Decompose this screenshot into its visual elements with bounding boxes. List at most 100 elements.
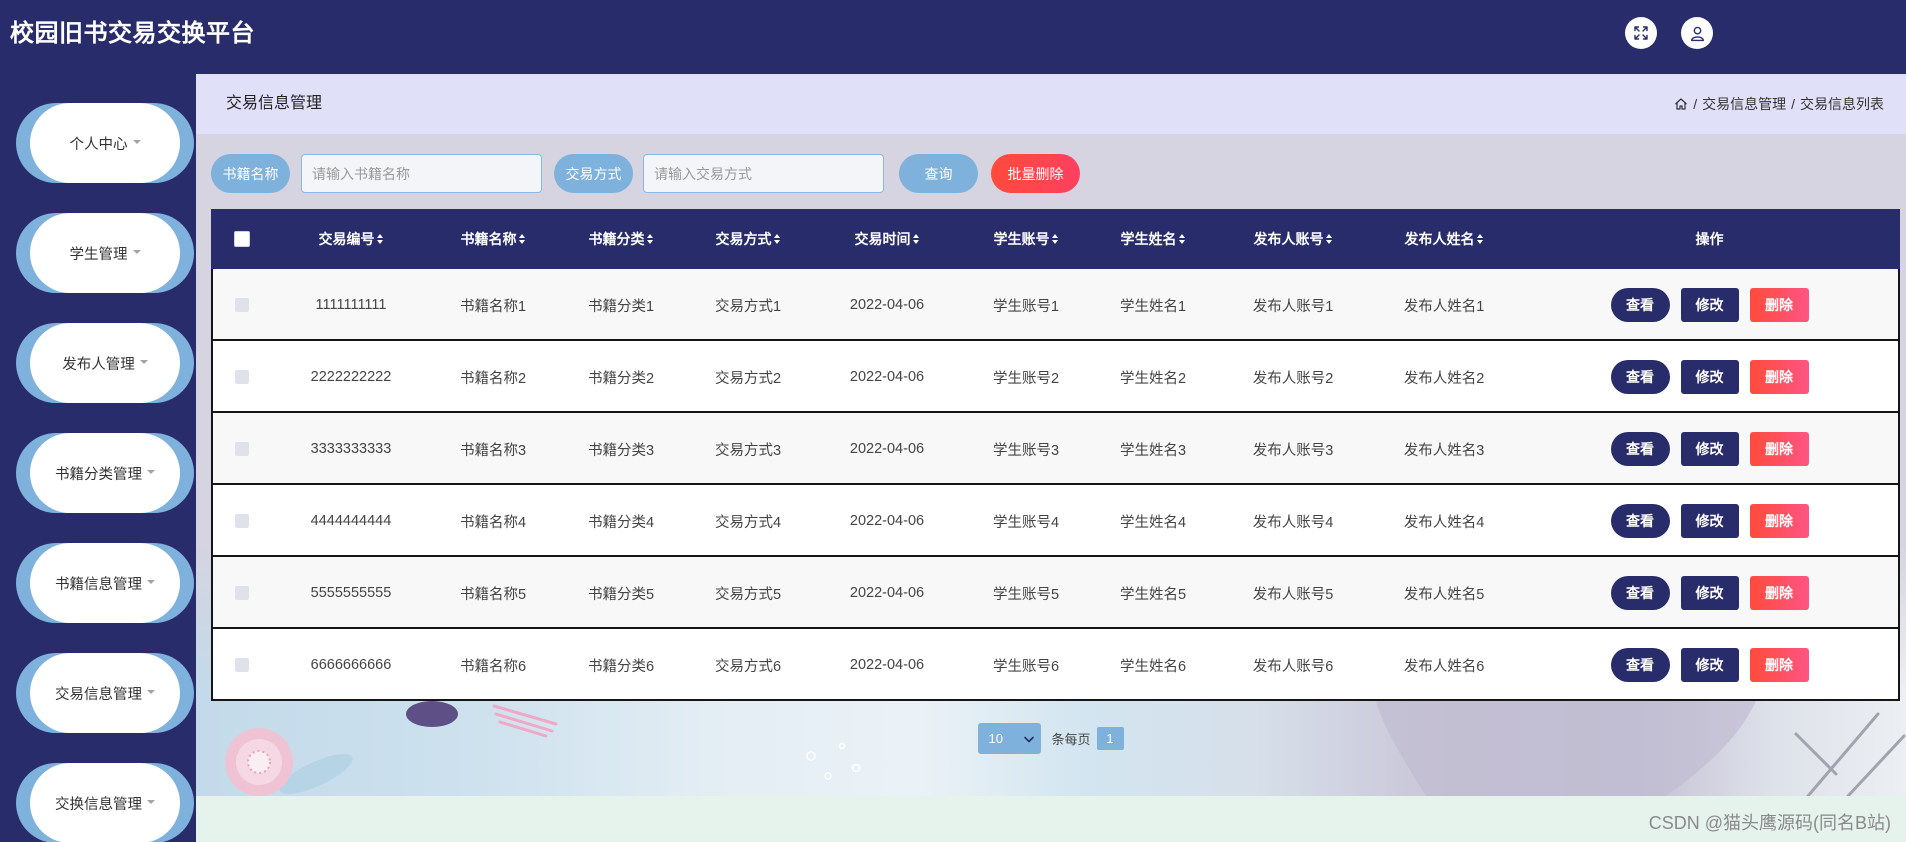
sidebar-item-trade-info-management[interactable]: 交易信息管理 <box>16 653 194 733</box>
batch-delete-button[interactable]: 批量删除 <box>991 154 1080 193</box>
header-label: 学生姓名 <box>1120 231 1177 247</box>
cell-book-category: 书籍分类1 <box>587 298 655 315</box>
header-checkbox-cell <box>211 209 273 269</box>
sidebar-item-pill: 发布人管理 <box>30 323 180 403</box>
edit-button[interactable]: 修改 <box>1680 648 1739 682</box>
header-label: 学生账号 <box>993 231 1050 247</box>
cell-trade-id: 3333333333 <box>310 441 392 457</box>
cell-student-account: 学生账号1 <box>992 298 1060 315</box>
sidebar-item-book-info-management[interactable]: 书籍信息管理 <box>16 543 194 623</box>
sort-icon[interactable] <box>773 233 781 245</box>
breadcrumb-bar: 交易信息管理 / 交易信息管理 / 交易信息列表 <box>196 74 1906 134</box>
view-button[interactable]: 查看 <box>1610 432 1670 466</box>
cell-trade-time: 2022-04-06 <box>849 441 925 457</box>
cell-student-account: 学生账号4 <box>992 514 1060 531</box>
cell-trade-time: 2022-04-06 <box>849 297 925 313</box>
row-checkbox[interactable] <box>235 514 249 528</box>
checkbox-cell <box>211 413 273 485</box>
header-trade-time[interactable]: 交易时间 <box>811 209 963 269</box>
sort-icon[interactable] <box>518 233 526 245</box>
sidebar-item-exchange-info-management[interactable]: 交换信息管理 <box>16 763 194 842</box>
cell-publisher-name: 发布人姓名1 <box>1403 298 1485 315</box>
sidebar-item-pill: 交换信息管理 <box>30 763 180 842</box>
cell-book-category: 书籍分类5 <box>587 586 655 603</box>
row-checkbox[interactable] <box>235 586 249 600</box>
delete-button[interactable]: 删除 <box>1749 432 1809 466</box>
cell-book-category: 书籍分类4 <box>587 514 655 531</box>
header-book-name[interactable]: 书籍名称 <box>429 209 557 269</box>
edit-button[interactable]: 修改 <box>1680 576 1739 610</box>
page-number-button[interactable]: 1 <box>1096 727 1124 750</box>
cell-student-name: 学生姓名6 <box>1119 658 1187 675</box>
header-student-account[interactable]: 学生账号 <box>963 209 1089 269</box>
select-all-checkbox[interactable] <box>234 231 250 247</box>
caret-down-icon <box>139 360 148 364</box>
view-button[interactable]: 查看 <box>1610 576 1670 610</box>
cell-book-name: 书籍名称4 <box>459 514 527 531</box>
edit-button[interactable]: 修改 <box>1680 288 1739 322</box>
delete-button[interactable]: 删除 <box>1749 504 1809 538</box>
cell-book-name: 书籍名称6 <box>459 658 527 675</box>
sidebar-item-pill: 书籍信息管理 <box>30 543 180 623</box>
home-icon[interactable] <box>1674 97 1688 111</box>
header-book-category[interactable]: 书籍分类 <box>557 209 685 269</box>
sort-icon[interactable] <box>1325 233 1333 245</box>
sort-icon[interactable] <box>376 233 384 245</box>
breadcrumb-item[interactable]: 交易信息管理 <box>1702 94 1786 114</box>
sidebar-item-book-category-management[interactable]: 书籍分类管理 <box>16 433 194 513</box>
header-trade-id[interactable]: 交易编号 <box>273 209 429 269</box>
actions-cell: 查看 修改 删除 <box>1519 269 1900 341</box>
delete-button[interactable]: 删除 <box>1749 648 1809 682</box>
cell-student-account: 学生账号5 <box>992 586 1060 603</box>
delete-button[interactable]: 删除 <box>1749 288 1809 322</box>
trade-method-input[interactable] <box>643 154 884 193</box>
header-label: 书籍名称 <box>460 231 517 247</box>
sort-icon[interactable] <box>1051 233 1059 245</box>
edit-button[interactable]: 修改 <box>1680 504 1739 538</box>
row-checkbox[interactable] <box>235 298 249 312</box>
main-content: 交易信息管理 / 交易信息管理 / 交易信息列表 书籍名称 交易方式 查询 批量… <box>196 74 1906 842</box>
cell-trade-time: 2022-04-06 <box>849 585 925 601</box>
sort-icon[interactable] <box>1178 233 1186 245</box>
sort-icon[interactable] <box>1476 233 1484 245</box>
user-icon[interactable] <box>1681 17 1713 49</box>
sidebar-item-student-management[interactable]: 学生管理 <box>16 213 194 293</box>
caret-down-icon <box>147 800 155 804</box>
cell-student-account: 学生账号2 <box>992 370 1060 387</box>
cell-trade-time: 2022-04-06 <box>849 513 925 529</box>
fullscreen-icon[interactable] <box>1625 17 1657 49</box>
sidebar-item-pill: 书籍分类管理 <box>30 433 180 513</box>
row-checkbox[interactable] <box>235 658 249 672</box>
row-checkbox[interactable] <box>235 370 249 384</box>
delete-button[interactable]: 删除 <box>1749 576 1809 610</box>
cell-book-name: 书籍名称1 <box>459 298 527 315</box>
actions-cell: 查看 修改 删除 <box>1519 341 1900 413</box>
page-size-select[interactable]: 10 <box>978 723 1042 754</box>
edit-button[interactable]: 修改 <box>1680 360 1739 394</box>
trade-table: 交易编号 书籍名称 书籍分类 交易方式 交易时间 学生账号 学生姓名 发布人账号… <box>211 209 1900 701</box>
table-row: 1111111111 书籍名称1 书籍分类1 交易方式1 2022-04-06 … <box>211 269 1900 341</box>
header-student-name[interactable]: 学生姓名 <box>1089 209 1217 269</box>
view-button[interactable]: 查看 <box>1610 648 1670 682</box>
header-label: 发布人账号 <box>1253 231 1324 247</box>
view-button[interactable]: 查看 <box>1610 288 1670 322</box>
sidebar-item-personal-center[interactable]: 个人中心 <box>16 103 194 183</box>
header-publisher-account[interactable]: 发布人账号 <box>1217 209 1369 269</box>
sort-icon[interactable] <box>646 233 654 245</box>
book-name-input[interactable] <box>301 154 542 193</box>
delete-button[interactable]: 删除 <box>1749 360 1809 394</box>
watermark: CSDN @猫头鹰源码(同名B站) <box>1648 813 1891 833</box>
header-trade-method[interactable]: 交易方式 <box>685 209 811 269</box>
view-button[interactable]: 查看 <box>1610 504 1670 538</box>
query-button[interactable]: 查询 <box>899 154 978 193</box>
cell-trade-method: 交易方式1 <box>714 298 782 315</box>
header-actions: 操作 <box>1519 209 1900 269</box>
cell-book-name: 书籍名称2 <box>459 370 527 387</box>
edit-button[interactable]: 修改 <box>1680 432 1739 466</box>
header-publisher-name[interactable]: 发布人姓名 <box>1369 209 1519 269</box>
row-checkbox[interactable] <box>235 442 249 456</box>
sidebar-item-publisher-management[interactable]: 发布人管理 <box>16 323 194 403</box>
view-button[interactable]: 查看 <box>1610 360 1670 394</box>
sort-icon[interactable] <box>912 233 920 245</box>
cell-trade-id: 2222222222 <box>310 369 392 385</box>
